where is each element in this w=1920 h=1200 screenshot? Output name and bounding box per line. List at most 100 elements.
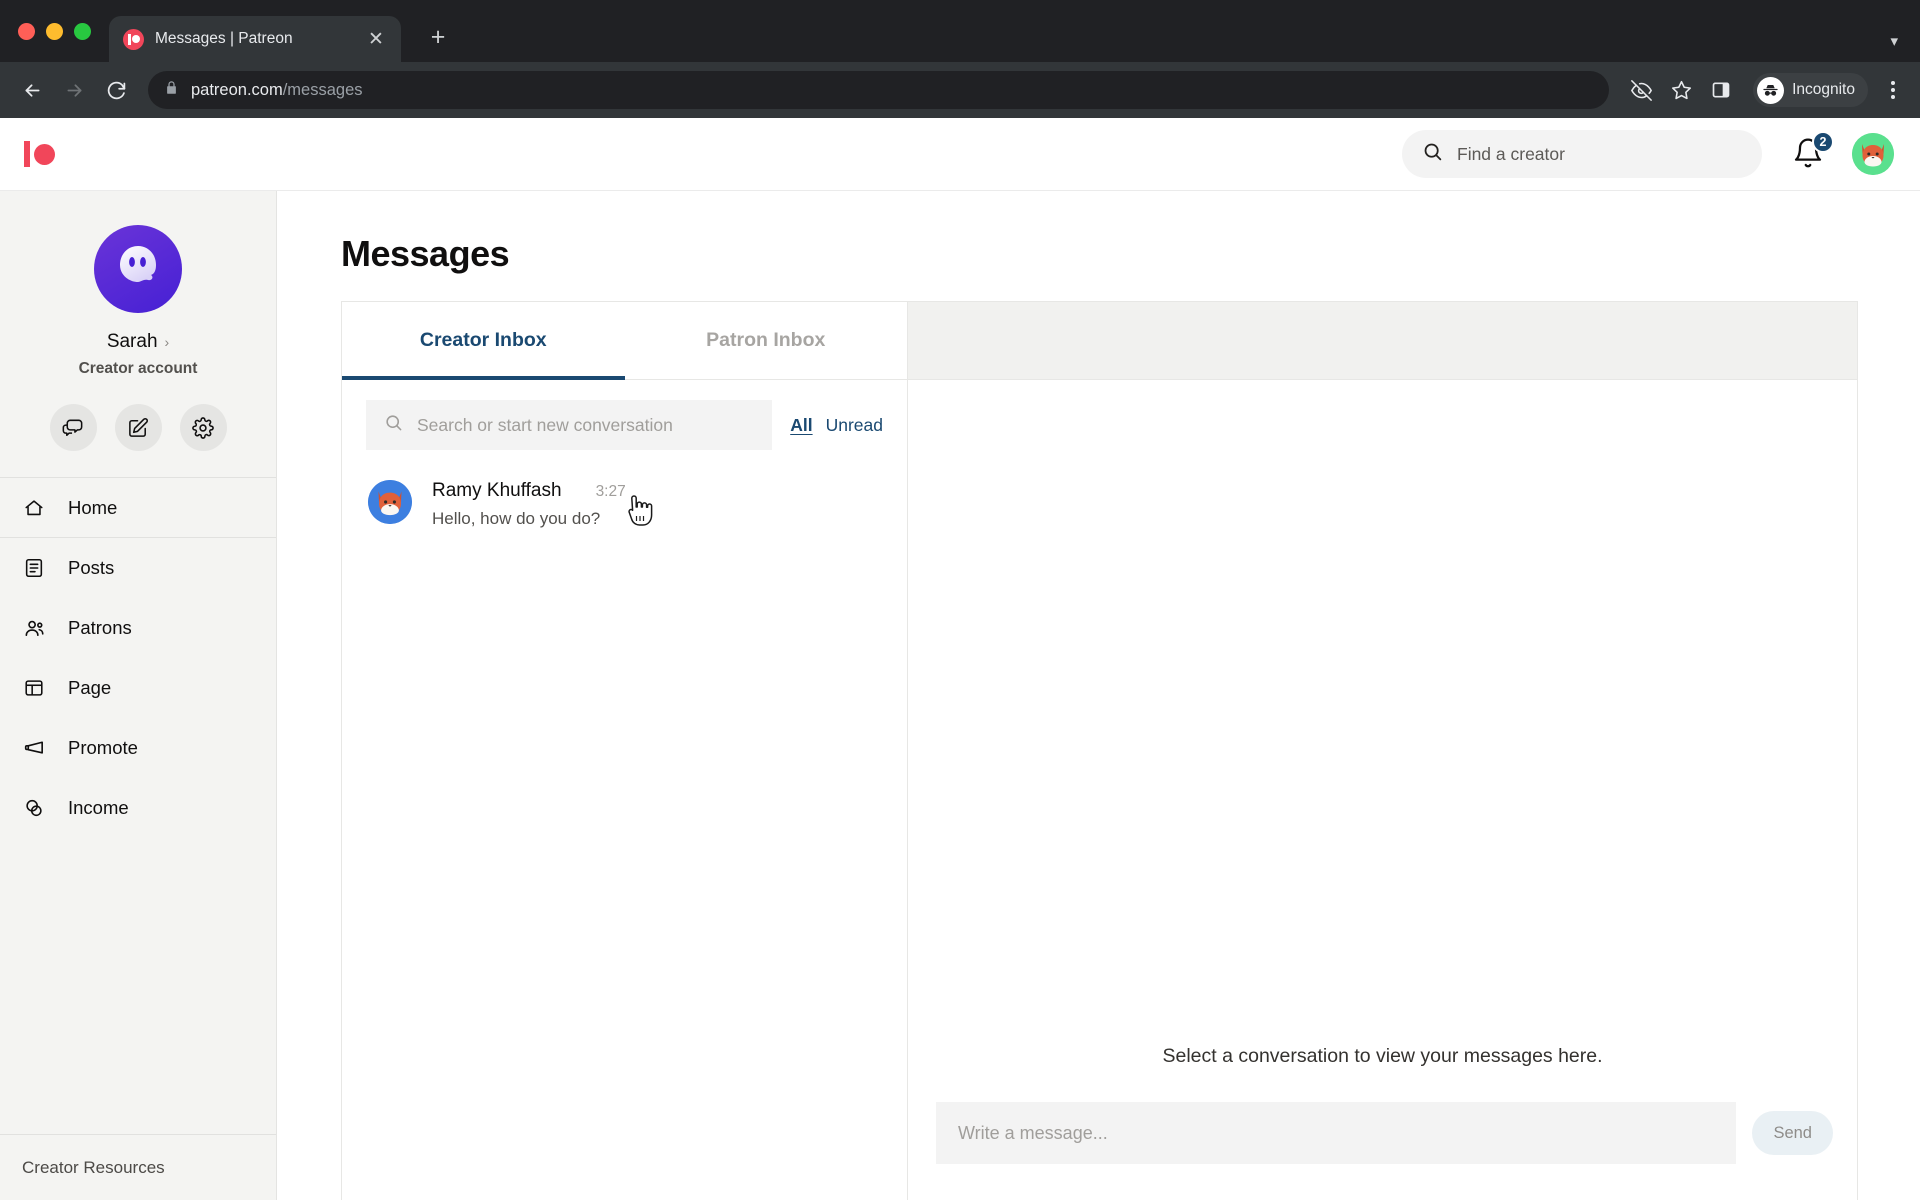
ghost-avatar-icon[interactable] [94, 225, 182, 313]
edit-square-icon [128, 418, 148, 437]
sidebar-profile-name: Sarah [106, 331, 158, 352]
conversation-list: Ramy Khuffash 3:27 Hello, how do you do? [342, 466, 907, 1200]
people-icon [22, 616, 46, 640]
patreon-header: 2 [0, 118, 1920, 191]
incognito-label: Incognito [1792, 81, 1855, 98]
find-creator-input[interactable] [1457, 143, 1742, 165]
patreon-favicon-icon [123, 28, 144, 50]
star-icon[interactable] [1663, 72, 1699, 108]
message-composer: Send [908, 1102, 1857, 1200]
eye-slash-icon[interactable] [1623, 72, 1659, 108]
gear-icon [192, 416, 214, 439]
messages-button[interactable] [49, 404, 97, 451]
incognito-icon [1757, 76, 1785, 104]
settings-button[interactable] [179, 404, 227, 451]
patreon-logo-icon[interactable] [24, 141, 55, 167]
chevron-right-icon: › [164, 334, 170, 350]
back-arrow-icon[interactable] [14, 72, 50, 108]
conversation-preview: Hello, how do you do? [432, 509, 601, 528]
web-page: 2 [0, 118, 1920, 1200]
url-path: /messages [282, 80, 363, 99]
find-creator-search[interactable] [1402, 130, 1762, 178]
sidebar-profile-name-row[interactable]: Sarah › [107, 331, 169, 353]
message-input-wrap[interactable] [936, 1102, 1737, 1164]
compose-button[interactable] [114, 404, 162, 451]
sidebar-item-label: Home [68, 496, 118, 518]
conversation-search[interactable] [366, 400, 773, 450]
conversation-item[interactable]: Ramy Khuffash 3:27 Hello, how do you do? [342, 466, 907, 543]
sidebar-profile: Sarah › Creator account [0, 191, 276, 478]
lock-icon [164, 80, 179, 100]
message-thread-column: Select a conversation to view your messa… [908, 302, 1857, 1200]
message-input[interactable] [958, 1122, 1715, 1144]
sidebar-item-page[interactable]: Page [0, 658, 276, 718]
sidebar-item-label: Page [68, 677, 112, 698]
thread-header [908, 302, 1857, 380]
page-title: Messages [341, 233, 510, 274]
browser-toolbar: patreon.com/messages Incognito [0, 62, 1920, 118]
send-button[interactable]: Send [1752, 1111, 1833, 1155]
maximize-window-button[interactable] [74, 22, 91, 40]
conversation-header: Ramy Khuffash 3:27 [432, 480, 883, 502]
avatar [368, 480, 412, 524]
sidebar-item-home[interactable]: Home [0, 478, 276, 538]
address-bar[interactable]: patreon.com/messages [148, 71, 1610, 109]
creator-resources-link[interactable]: Creator Resources [0, 1134, 276, 1200]
creator-sidebar: Sarah › Creator account Home Posts Patro… [0, 191, 277, 1200]
new-tab-button[interactable]: + [423, 22, 453, 52]
tab-search-chevron-down-icon[interactable]: ▾ [1890, 32, 1898, 50]
reload-icon[interactable] [98, 72, 134, 108]
forward-arrow-icon[interactable] [56, 72, 92, 108]
notification-count-badge: 2 [1812, 131, 1834, 153]
kebab-menu-icon[interactable] [1880, 78, 1906, 102]
url-text: patreon.com/messages [191, 81, 363, 100]
sidebar-item-label: Patrons [68, 617, 132, 638]
sidebar-item-label: Promote [68, 737, 138, 758]
fox-avatar-icon [1852, 133, 1894, 175]
conversation-filters: All Unread [790, 415, 883, 436]
page-body: Sarah › Creator account Home Posts Patro… [0, 191, 1920, 1200]
close-window-button[interactable] [18, 22, 35, 40]
sidebar-item-patrons[interactable]: Patrons [0, 598, 276, 658]
sidebar-profile-subtitle: Creator account [78, 360, 198, 377]
sidebar-item-label: Posts [68, 557, 115, 578]
layout-icon [22, 676, 46, 700]
conversation-timestamp: 3:27 [595, 483, 626, 500]
conversation-search-input[interactable] [417, 414, 755, 436]
window-traffic-lights [18, 0, 109, 62]
coins-icon [22, 796, 46, 820]
browser-tab-strip: Messages | Patreon ✕ + ▾ [0, 0, 1920, 62]
tab-creator-inbox[interactable]: Creator Inbox [342, 302, 625, 380]
conversation-name: Ramy Khuffash [432, 480, 562, 501]
search-icon [1422, 141, 1443, 167]
megaphone-icon [22, 736, 46, 760]
url-domain: patreon.com [191, 80, 283, 99]
browser-tab-title: Messages | Patreon [155, 30, 293, 47]
bell-icon [1792, 138, 1824, 173]
browser-tab[interactable]: Messages | Patreon ✕ [109, 16, 401, 62]
filter-unread[interactable]: Unread [826, 415, 883, 436]
sidebar-item-posts[interactable]: Posts [0, 538, 276, 598]
notifications-button[interactable]: 2 [1792, 131, 1834, 173]
sidebar-item-label: Income [68, 797, 129, 818]
thread-body: Select a conversation to view your messa… [908, 380, 1857, 1200]
home-icon [22, 496, 46, 520]
conversation-list-column: Creator Inbox Patron Inbox A [342, 302, 908, 1200]
sidebar-item-promote[interactable]: Promote [0, 718, 276, 778]
incognito-profile-button[interactable]: Incognito [1753, 73, 1868, 107]
tab-patron-inbox[interactable]: Patron Inbox [625, 302, 908, 379]
sidebar-nav: Home Posts Patrons Page Promote Income [0, 478, 276, 838]
chat-bubbles-icon [62, 419, 82, 437]
conversation-search-row: All Unread [342, 380, 907, 466]
side-panel-icon[interactable] [1703, 72, 1739, 108]
sidebar-item-income[interactable]: Income [0, 778, 276, 838]
filter-all[interactable]: All [790, 415, 812, 436]
thread-empty-state-text: Select a conversation to view your messa… [1162, 1045, 1603, 1067]
minimize-window-button[interactable] [46, 22, 63, 40]
sidebar-quick-actions [49, 404, 227, 451]
user-avatar[interactable] [1852, 133, 1894, 175]
conversation-body: Ramy Khuffash 3:27 Hello, how do you do? [432, 480, 883, 529]
browser-window: Messages | Patreon ✕ + ▾ patreon.com/mes… [0, 0, 1920, 1200]
close-tab-button[interactable]: ✕ [365, 28, 387, 50]
inbox-tabs: Creator Inbox Patron Inbox [342, 302, 907, 380]
